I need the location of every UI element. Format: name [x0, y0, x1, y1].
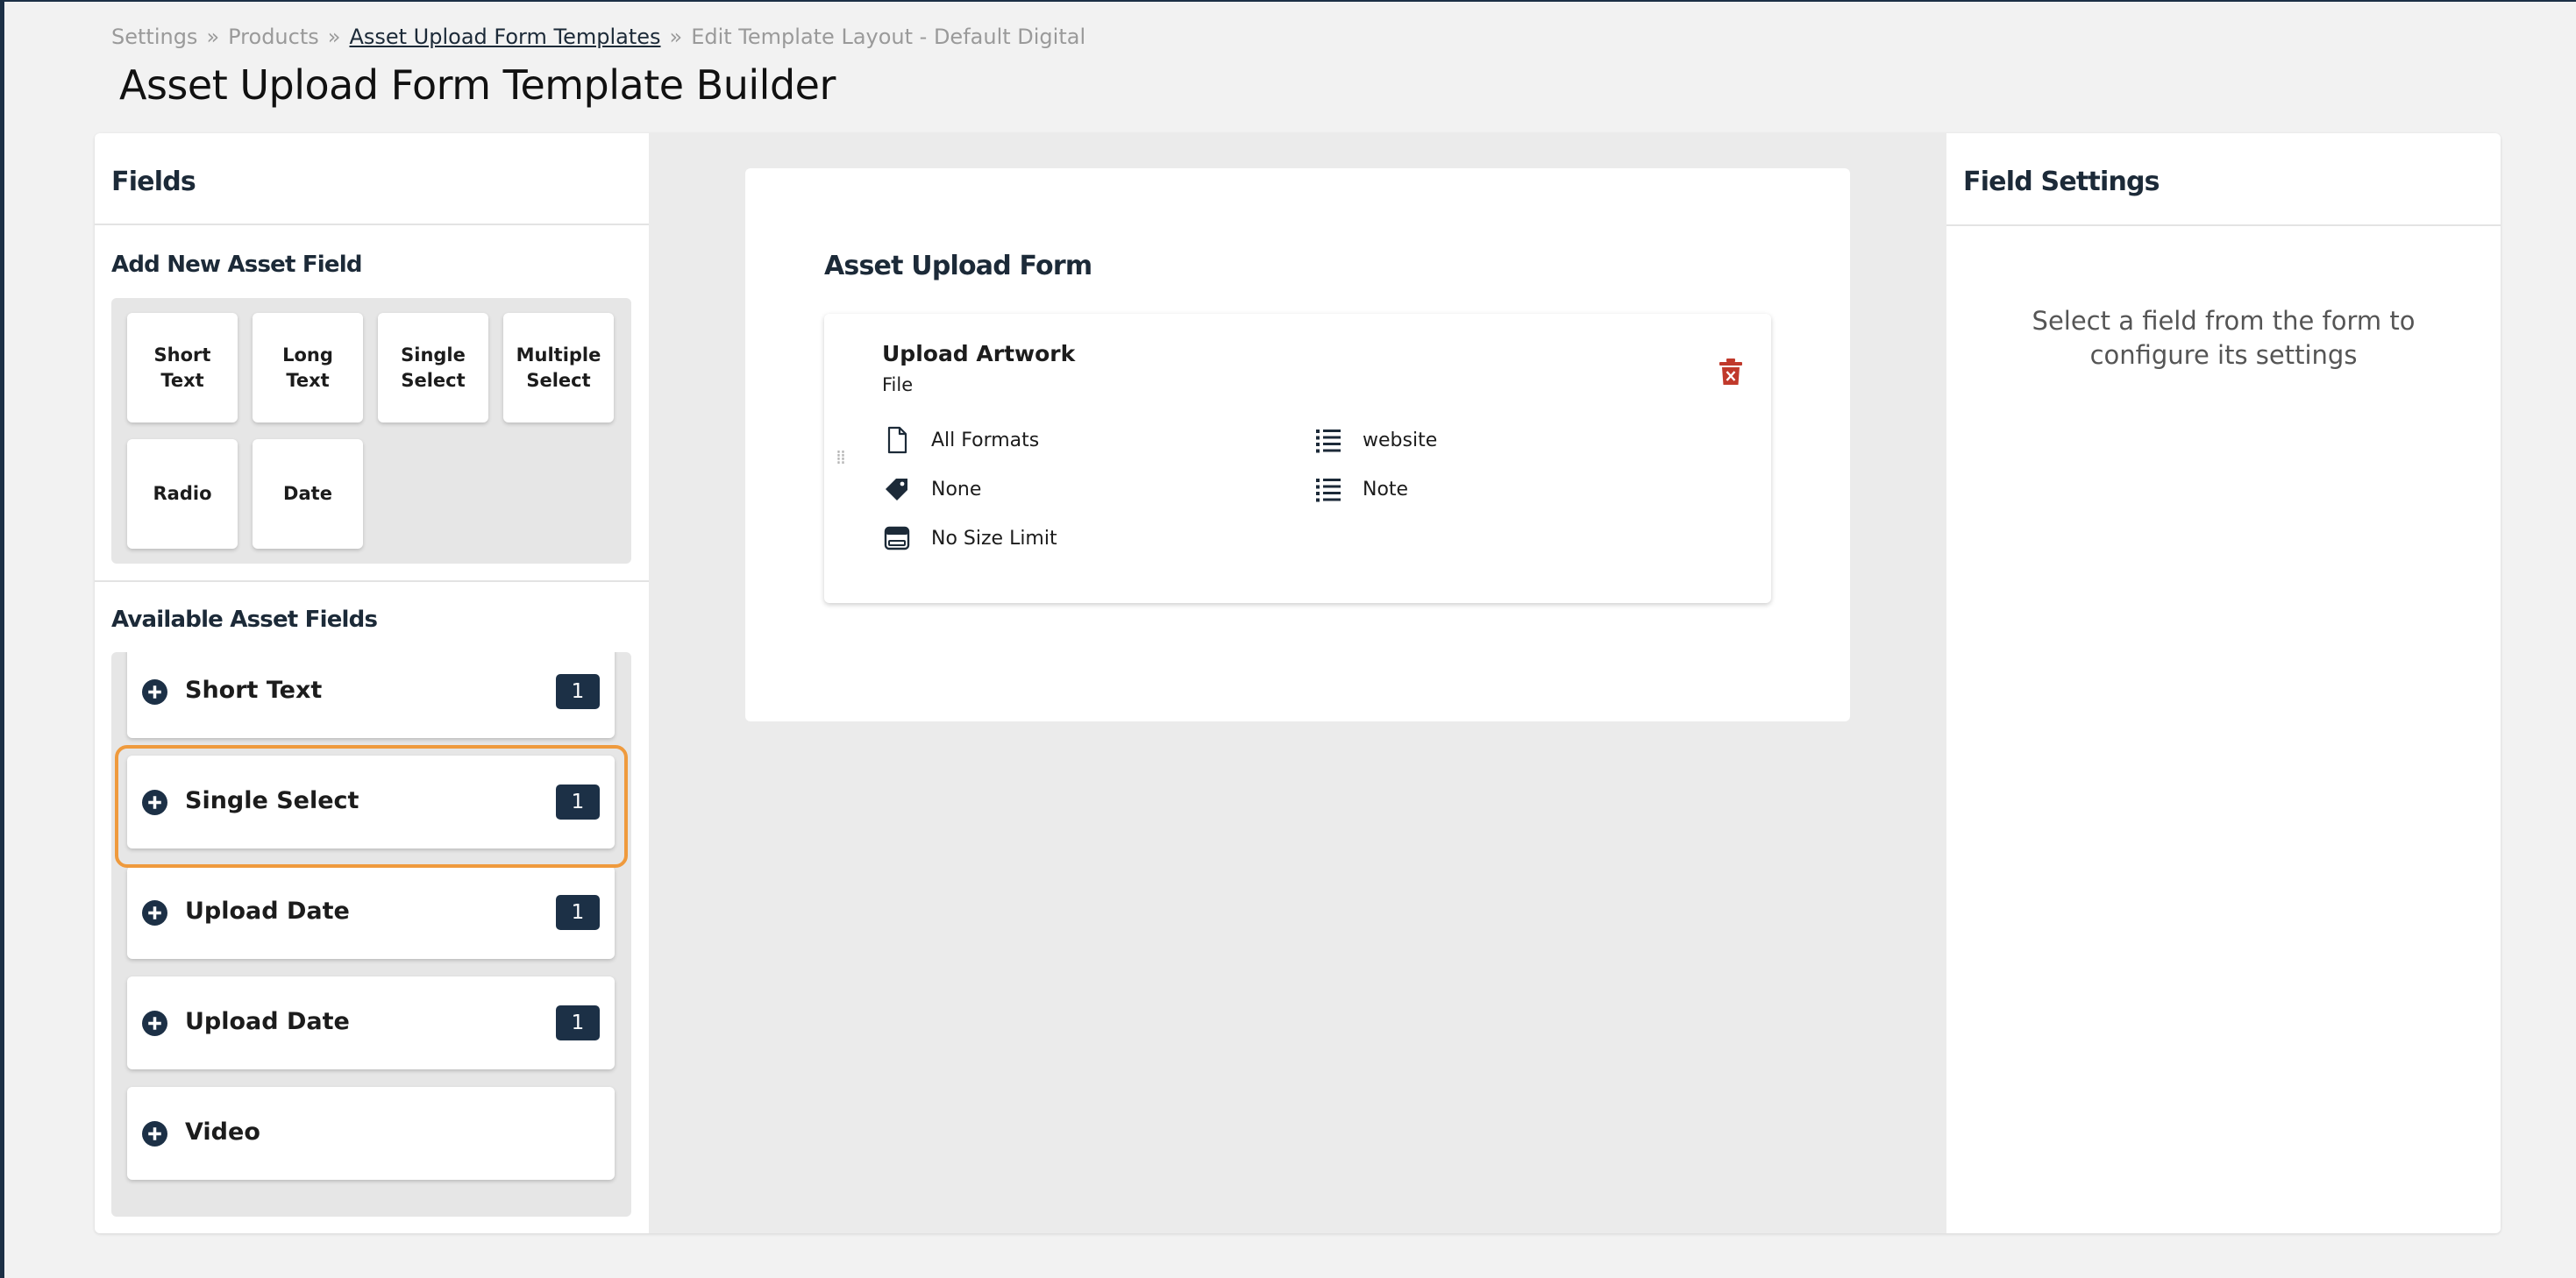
prop-formats: All Formats	[884, 424, 1039, 456]
field-name: Upload Artwork	[882, 341, 1076, 366]
tag-icon	[886, 479, 907, 501]
breadcrumb-separator: »	[669, 25, 683, 49]
form-title: Asset Upload Form	[824, 251, 1092, 281]
available-fields-heading: Available Asset Fields	[111, 607, 378, 633]
section-divider	[95, 580, 649, 582]
file-icon	[887, 426, 907, 454]
available-field-label: Video	[185, 1118, 260, 1146]
available-field-video[interactable]: Video	[127, 1087, 615, 1180]
usage-count-badge: 1	[556, 674, 600, 709]
add-single-select-button[interactable]: Single Select	[378, 313, 488, 422]
breadcrumb-products[interactable]: Products	[228, 25, 319, 49]
fields-heading-divider	[95, 224, 649, 225]
prop-label: None	[931, 478, 982, 501]
available-field-upload-date[interactable]: Upload Date 1	[127, 866, 615, 959]
list-icon	[1316, 430, 1341, 453]
add-multiple-select-button[interactable]: Multiple Select	[503, 313, 614, 422]
prop-size-limit: No Size Limit	[884, 522, 1057, 554]
breadcrumb-settings[interactable]: Settings	[111, 25, 197, 49]
available-field-short-text[interactable]: Short Text 1	[127, 652, 615, 738]
page-title: Asset Upload Form Template Builder	[119, 61, 836, 109]
prop-destination: website	[1315, 424, 1437, 456]
focus-highlight	[115, 745, 628, 868]
prop-label: No Size Limit	[931, 527, 1057, 550]
field-settings-heading: Field Settings	[1963, 167, 2160, 197]
prop-note: Note	[1315, 473, 1408, 505]
breadcrumb: Settings » Products » Asset Upload Form Temp…	[111, 25, 1085, 49]
available-field-label: Upload Date	[185, 1008, 350, 1035]
available-field-label: Short Text	[185, 677, 323, 704]
usage-count-badge: 1	[556, 1005, 600, 1040]
add-new-field-heading: Add New Asset Field	[111, 252, 362, 278]
usage-count-badge: 1	[556, 895, 600, 930]
breadcrumb-separator: »	[206, 25, 220, 49]
available-field-label: Upload Date	[185, 898, 350, 925]
add-short-text-button[interactable]: Short Text	[127, 313, 238, 422]
breadcrumb-current-page: Edit Template Layout - Default Digital	[691, 25, 1086, 49]
settings-heading-divider	[1946, 224, 2501, 226]
available-field-upload-date[interactable]: Upload Date 1	[127, 976, 615, 1069]
prop-label: All Formats	[931, 429, 1040, 451]
prop-label: Note	[1363, 478, 1409, 501]
add-radio-button[interactable]: Radio	[127, 439, 238, 549]
add-circle-icon[interactable]	[142, 679, 167, 705]
field-type: File	[882, 374, 914, 395]
available-fields-list: Short Text 1 Single Select 1 Upload Date…	[111, 652, 631, 1217]
field-settings-panel	[1946, 133, 2501, 1233]
add-circle-icon[interactable]	[142, 1121, 167, 1147]
drag-handle-icon[interactable]: ⁞⁞	[836, 447, 846, 469]
delete-trash-icon[interactable]	[1719, 358, 1743, 386]
prop-label: website	[1363, 429, 1438, 451]
breadcrumb-asset-upload-form-templates[interactable]: Asset Upload Form Templates	[349, 25, 660, 49]
storage-icon	[884, 526, 910, 550]
add-circle-icon[interactable]	[142, 900, 167, 926]
window-left-edge	[0, 0, 4, 1278]
add-date-button[interactable]: Date	[253, 439, 363, 549]
list-icon	[1316, 479, 1341, 502]
prop-tags: None	[884, 473, 981, 505]
add-long-text-button[interactable]: Long Text	[253, 313, 363, 422]
fields-heading: Fields	[111, 167, 196, 197]
add-circle-icon[interactable]	[142, 1011, 167, 1036]
breadcrumb-separator: »	[327, 25, 341, 49]
window-top-edge	[0, 0, 2576, 2]
field-settings-hint: Select a field from the form to configur…	[2032, 306, 2416, 370]
